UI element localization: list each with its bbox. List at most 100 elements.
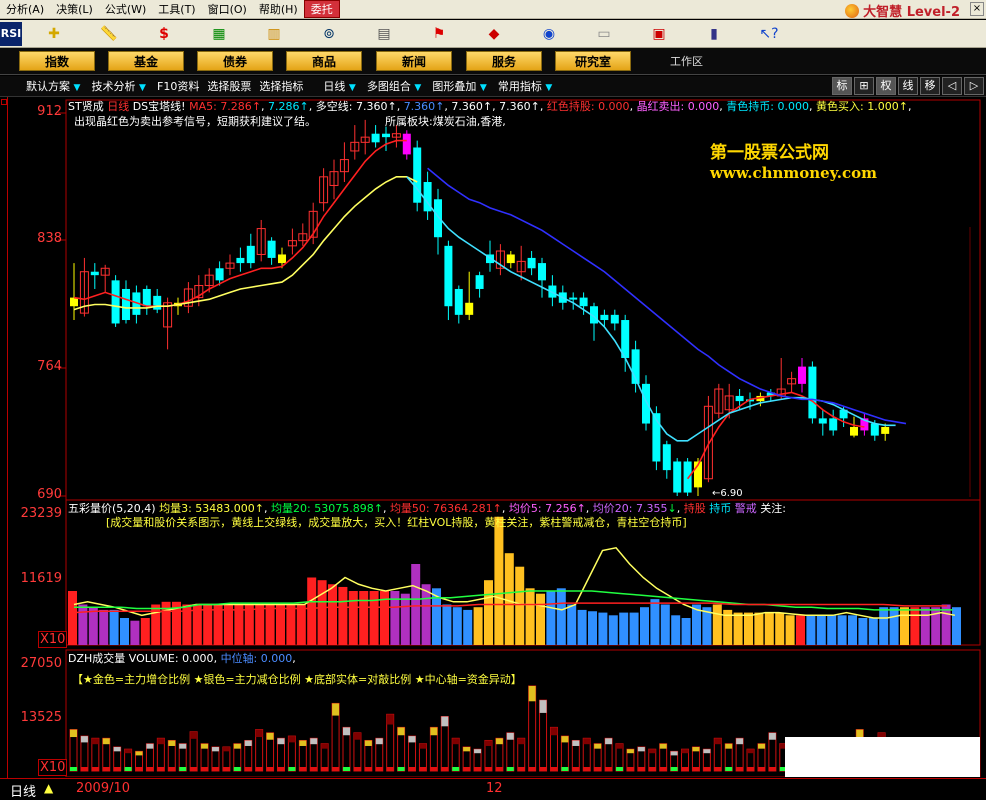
dzh-bar-base [222, 767, 230, 771]
dzh-bar-base [583, 767, 591, 771]
candle-body [236, 257, 245, 264]
candle-body [642, 383, 650, 424]
dropdown-icon: ▼ [414, 83, 422, 93]
nav-index[interactable]: 指数 [19, 51, 95, 71]
volume-bar [868, 618, 878, 645]
opt-tech-analysis[interactable]: 技术分析 ▼ [88, 78, 154, 94]
huangse-up-icon: ↑ [898, 100, 908, 113]
opt-multi-chart[interactable]: 多图组合 ▼ [363, 78, 429, 94]
opt-f10[interactable]: F10资料 [153, 78, 203, 94]
line-button[interactable]: 线 [898, 77, 918, 95]
dzh-bar-base [321, 767, 329, 771]
candle-body [506, 254, 515, 264]
nav-research[interactable]: 研究室 [555, 51, 631, 71]
opt-daily[interactable]: 日线 ▼ [307, 78, 363, 94]
volume-bar [629, 612, 639, 645]
menu-window[interactable]: 窗口(O) [202, 1, 253, 17]
status-bar: 日线 ▲ 2009/10 12 [0, 778, 986, 800]
menu-formula[interactable]: 公式(W) [99, 1, 152, 17]
grid-icon[interactable]: ▤ [361, 22, 407, 46]
rsi-button[interactable]: RSI [0, 21, 22, 46]
dzh-description: 【★金色=主力增仓比例 ★银色=主力减仓比例 ★底部实体=对敲比例 ★中心轴=资… [72, 673, 522, 686]
dzh-bar-base [80, 767, 88, 771]
nav-fund[interactable]: 基金 [108, 51, 184, 71]
crosshair-icon[interactable]: ✚ [31, 22, 77, 46]
dzh-bar-cap [452, 738, 460, 745]
opt-overlay[interactable]: 图形叠加 ▼ [428, 78, 494, 94]
volume-bar [733, 612, 743, 645]
board-icon[interactable]: ▦ [196, 22, 242, 46]
dzh-bar-cap [616, 743, 623, 749]
printer-icon[interactable]: ▭ [581, 22, 627, 46]
volume-bar [68, 591, 77, 645]
duokong-up-icon3: ↑ [482, 100, 493, 113]
candle-body [818, 418, 827, 424]
binoculars-icon[interactable]: ⊚ [306, 22, 352, 46]
bars-icon[interactable]: ▥ [251, 22, 297, 46]
menu-tools[interactable]: 工具(T) [152, 1, 201, 17]
workarea-label[interactable]: 工作区 [670, 53, 703, 69]
menu-analysis[interactable]: 分析(A) [0, 1, 50, 17]
dzh-bar-base [648, 767, 656, 771]
menu-trade[interactable]: 委托 [303, 0, 340, 18]
diamond-icon[interactable]: ◆ [471, 22, 517, 46]
legend-watch: 关注: [760, 502, 786, 515]
flag-icon[interactable]: ⚑ [416, 22, 462, 46]
dzh-bar-cap [277, 738, 285, 745]
opt-default-scheme[interactable]: 默认方案 ▼ [0, 78, 88, 94]
ma-red-line-1 [73, 139, 407, 308]
dzh-bar-base [703, 767, 711, 771]
volume-bar [525, 588, 535, 645]
ruler-icon[interactable]: 📏 [86, 22, 132, 46]
dzh-bar-base [572, 767, 580, 771]
legend-cash: 持币 [709, 502, 732, 515]
opt-select-stock[interactable]: 选择股票 [203, 78, 255, 94]
duokong-label: 多空线: [315, 100, 353, 113]
dzh-bar-base [714, 767, 722, 771]
volume-bar [879, 607, 889, 645]
window-icon[interactable]: ▣ [636, 22, 682, 46]
opt-multi-chart-label: 多图组合 [366, 80, 411, 93]
dzh-bar-base [70, 767, 77, 771]
status-triangle-icon[interactable]: ▲ [44, 781, 53, 795]
grid-toggle-button[interactable]: ⊞ [854, 77, 874, 95]
menu-decision[interactable]: 决策(L) [50, 1, 99, 17]
opt-select-indicator[interactable]: 选择指标 [255, 78, 307, 94]
prev-button[interactable]: ◁ [942, 77, 962, 95]
help-icon[interactable]: ↖? [746, 22, 792, 46]
globe-icon[interactable]: ◉ [526, 22, 572, 46]
dollar-icon[interactable]: $ [141, 22, 187, 46]
nav-bond[interactable]: 债券 [197, 51, 273, 71]
nav-news[interactable]: 新闻 [376, 51, 452, 71]
nav-service[interactable]: 服务 [466, 51, 542, 71]
dzh-bar-cap [583, 738, 591, 745]
legend-hold: 持股 [683, 502, 706, 515]
axis-label-690: 690 [37, 487, 62, 502]
volume-bar [265, 604, 275, 645]
legend-warn: 警戒 [734, 502, 757, 515]
dzh-bar-cap [626, 749, 634, 754]
next-button[interactable]: ▷ [964, 77, 984, 95]
rights-button[interactable]: 权 [876, 77, 896, 95]
dzh-bar-base [725, 767, 733, 771]
move-button[interactable]: 移 [920, 77, 940, 95]
dzh-bar-cap [517, 738, 525, 745]
status-period[interactable]: 日线 [10, 781, 36, 800]
huangse-label: 黄色买入: [816, 100, 864, 113]
dzh-bar-cap [102, 738, 110, 745]
menu-help[interactable]: 帮助(H) [253, 1, 304, 17]
books-icon[interactable]: ▮ [691, 22, 737, 46]
mark-button[interactable]: 标 [832, 77, 852, 95]
dzh-bar-cap [343, 727, 350, 736]
axis-label-838: 838 [37, 231, 62, 246]
main-title-line: ST贤成 日线 DS宝塔线! MA5: 7.286↑, 7.286↑, 多空线:… [68, 100, 912, 113]
nav-commodity[interactable]: 商品 [286, 51, 362, 71]
close-icon[interactable]: × [970, 2, 984, 16]
main-title-line2: 出现晶红色为卖出参考信号，短期获利建议了结。 [74, 115, 316, 128]
dzh-bar-cap [233, 743, 241, 749]
jinghong-label: 晶红卖出: [636, 100, 685, 113]
volume-bar [827, 615, 837, 645]
volume-bar [140, 618, 150, 645]
dzh-bar-base [419, 767, 427, 771]
opt-common-indicator[interactable]: 常用指标 ▼ [494, 78, 560, 94]
